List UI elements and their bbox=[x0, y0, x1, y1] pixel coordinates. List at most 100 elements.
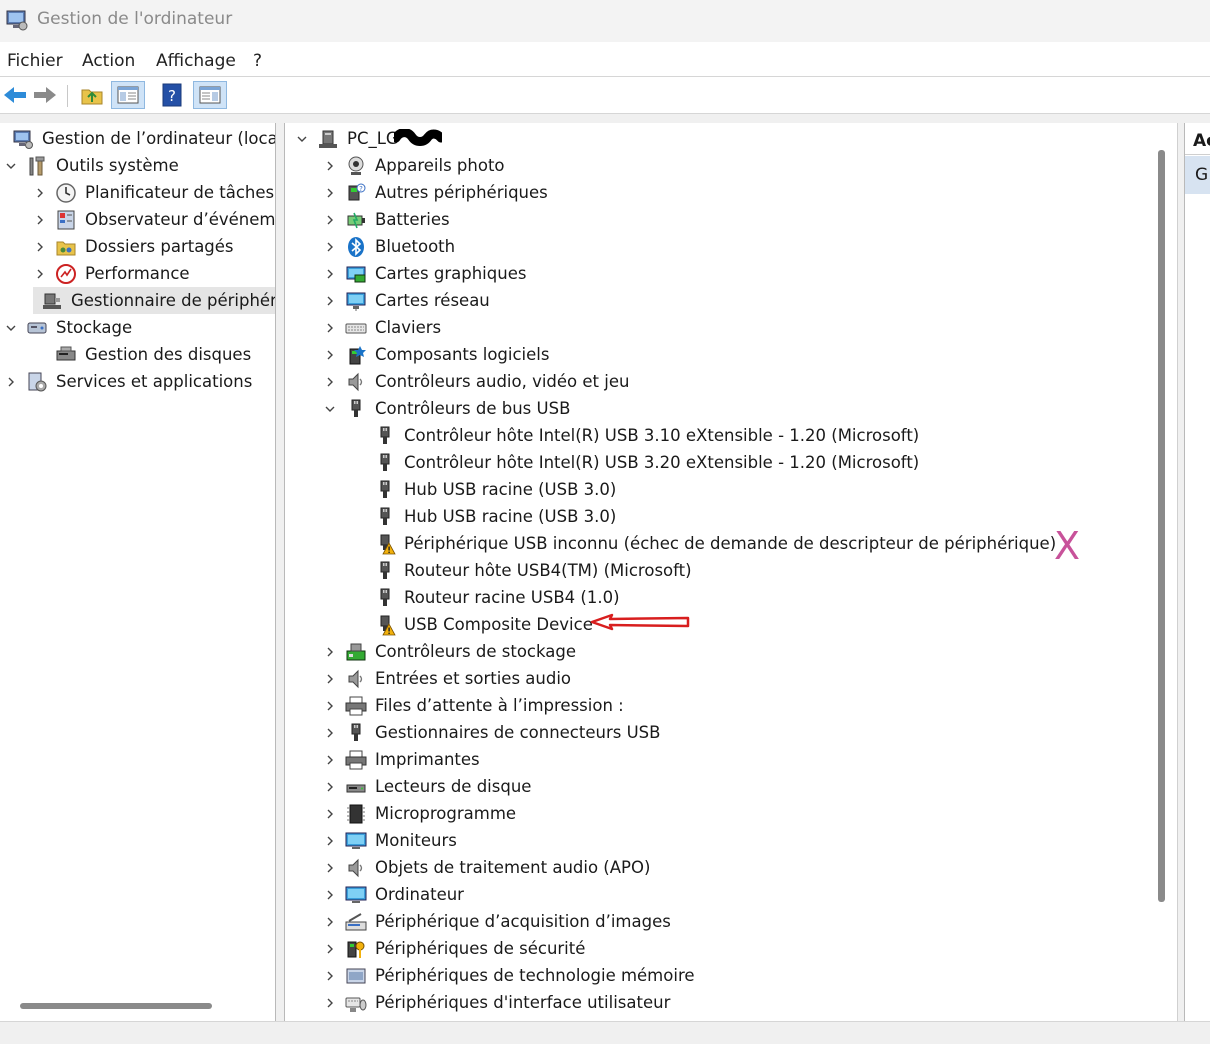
menu-action[interactable]: Action bbox=[82, 51, 135, 71]
device-tree-item-controleurs-audio-video-et-jeu[interactable]: Contrôleurs audio, vidéo et jeu bbox=[323, 368, 629, 395]
chevron-right-icon[interactable] bbox=[323, 321, 337, 335]
device-tree-item-moniteurs[interactable]: Moniteurs bbox=[323, 827, 457, 854]
device-tree-item-autres-peripheriques[interactable]: ? Autres périphériques bbox=[323, 179, 548, 206]
chevron-right-icon[interactable] bbox=[323, 375, 337, 389]
show-hide-console-tree-icon[interactable] bbox=[111, 81, 145, 109]
console-tree-item-gestion-de-l-ordinateur-local[interactable]: Gestion de l’ordinateur (local) bbox=[0, 125, 275, 152]
chevron-right-icon[interactable] bbox=[323, 294, 337, 308]
console-tree-item-gestionnaire-de-peripheriques[interactable]: Gestionnaire de périphériques bbox=[33, 287, 275, 314]
chevron-right-icon[interactable] bbox=[323, 942, 337, 956]
chevron-down-icon[interactable] bbox=[4, 159, 18, 173]
device-tree-item-composants-logiciels[interactable]: Composants logiciels bbox=[323, 341, 549, 368]
chevron-right-icon[interactable] bbox=[323, 915, 337, 929]
chevron-right-icon[interactable] bbox=[323, 753, 337, 767]
tree-item-label: Cartes graphiques bbox=[375, 264, 527, 283]
device-tree-item-imprimantes[interactable]: Imprimantes bbox=[323, 746, 480, 773]
chevron-right-icon[interactable] bbox=[33, 186, 47, 200]
chevron-right-icon[interactable] bbox=[323, 267, 337, 281]
left-horizontal-scrollbar[interactable] bbox=[20, 1003, 212, 1009]
tree-item-label: Lecteurs de disque bbox=[375, 777, 532, 796]
device-tree-item-cartes-graphiques[interactable]: Cartes graphiques bbox=[323, 260, 526, 287]
forward-arrow-icon[interactable] bbox=[30, 81, 60, 109]
device-tree-item-microprogramme[interactable]: Microprogramme bbox=[323, 800, 516, 827]
device-tree-item-hub-usb-racine-usb-3-0[interactable]: Hub USB racine (USB 3.0) bbox=[352, 476, 616, 503]
device-tree-item-bluetooth[interactable]: Bluetooth bbox=[323, 233, 455, 260]
chevron-right-icon[interactable] bbox=[323, 996, 337, 1010]
title-bar: Gestion de l'ordinateur bbox=[0, 0, 1210, 42]
chevron-down-icon[interactable] bbox=[295, 132, 309, 146]
device-tree-item-peripheriques-d-interface-utilisateur[interactable]: Périphériques d'interface utilisateur bbox=[323, 989, 670, 1016]
menu-help[interactable]: ? bbox=[253, 51, 262, 71]
device-tree-item-cartes-reseau[interactable]: Cartes réseau bbox=[323, 287, 490, 314]
device-tree-vertical-scrollbar[interactable] bbox=[1158, 150, 1165, 902]
chevron-right-icon[interactable] bbox=[323, 861, 337, 875]
device-tree-item-controleurs-de-bus-usb[interactable]: Contrôleurs de bus USB bbox=[323, 395, 570, 422]
scanner-icon bbox=[345, 911, 367, 933]
tree-item-label: Contrôleurs de bus USB bbox=[375, 399, 571, 418]
device-tree-item-claviers[interactable]: Claviers bbox=[323, 314, 441, 341]
chevron-right-icon[interactable] bbox=[323, 213, 337, 227]
chevron-right-icon[interactable] bbox=[323, 645, 337, 659]
back-arrow-icon[interactable] bbox=[0, 81, 30, 109]
chevron-right-icon[interactable] bbox=[323, 348, 337, 362]
chevron-placeholder bbox=[352, 591, 366, 605]
console-tree-item-dossiers-partages[interactable]: Dossiers partagés bbox=[33, 233, 234, 260]
chevron-right-icon[interactable] bbox=[33, 213, 47, 227]
chevron-right-icon[interactable] bbox=[323, 672, 337, 686]
chevron-down-icon[interactable] bbox=[4, 321, 18, 335]
device-tree-root-pc-lg[interactable]: PC_LG bbox=[295, 125, 399, 152]
device-tree-item-routeur-hote-usb4-tm-microsoft[interactable]: Routeur hôte USB4(TM) (Microsoft) bbox=[352, 557, 692, 584]
chevron-right-icon[interactable] bbox=[33, 240, 47, 254]
device-tree-item-objets-de-traitement-audio-apo[interactable]: Objets de traitement audio (APO) bbox=[323, 854, 650, 881]
chevron-right-icon[interactable] bbox=[33, 267, 47, 281]
console-tree-item-outils-systeme[interactable]: Outils système bbox=[4, 152, 179, 179]
show-hide-action-pane-icon[interactable] bbox=[193, 81, 227, 109]
console-tree-item-services-et-applications[interactable]: Services et applications bbox=[4, 368, 252, 395]
device-tree-item-controleur-hote-intel-r-usb-3-10-extensible-1-20-microsoft[interactable]: Contrôleur hôte Intel(R) USB 3.10 eXtens… bbox=[352, 422, 919, 449]
device-tree-item-peripheriques-de-securite[interactable]: Périphériques de sécurité bbox=[323, 935, 585, 962]
device-tree-item-lecteurs-de-disque[interactable]: Lecteurs de disque bbox=[323, 773, 531, 800]
console-tree-item-stockage[interactable]: Stockage bbox=[4, 314, 132, 341]
device-tree-item-ordinateur[interactable]: Ordinateur bbox=[323, 881, 464, 908]
chevron-right-icon[interactable] bbox=[323, 726, 337, 740]
chevron-right-icon[interactable] bbox=[323, 807, 337, 821]
up-folder-icon[interactable] bbox=[77, 81, 107, 109]
device-tree-item-peripherique-usb-inconnu-echec-de-demande-de-descripteur-de-peripherique[interactable]: Périphérique USB inconnu (échec de deman… bbox=[352, 530, 1056, 557]
console-tree-item-planificateur-de-taches[interactable]: Planificateur de tâches bbox=[33, 179, 274, 206]
chevron-right-icon[interactable] bbox=[4, 375, 18, 389]
chevron-right-icon[interactable] bbox=[323, 969, 337, 983]
device-tree-item-peripheriques-de-technologie-memoire[interactable]: Périphériques de technologie mémoire bbox=[323, 962, 695, 989]
chevron-right-icon[interactable] bbox=[323, 186, 337, 200]
console-tree-item-gestion-des-disques[interactable]: Gestion des disques bbox=[33, 341, 251, 368]
tree-item-label: Hub USB racine (USB 3.0) bbox=[404, 507, 617, 526]
console-tree-item-observateur-d-evenements[interactable]: Observateur d’événements bbox=[33, 206, 275, 233]
device-tree-item-appareils-photo[interactable]: Appareils photo bbox=[323, 152, 505, 179]
menu-affichage[interactable]: Affichage bbox=[156, 51, 236, 71]
device-tree-item-gestionnaires-de-connecteurs-usb[interactable]: Gestionnaires de connecteurs USB bbox=[323, 719, 660, 746]
tree-item-label: Routeur racine USB4 (1.0) bbox=[404, 588, 620, 607]
chevron-down-icon[interactable] bbox=[323, 402, 337, 416]
chevron-right-icon[interactable] bbox=[323, 699, 337, 713]
device-tree-item-peripherique-d-acquisition-d-images[interactable]: Périphérique d’acquisition d’images bbox=[323, 908, 671, 935]
device-tree-item-files-d-attente-a-l-impression[interactable]: Files d’attente à l’impression : bbox=[323, 692, 624, 719]
device-tree-item-usb-composite-device[interactable]: USB Composite Device bbox=[352, 611, 593, 638]
console-tree-pane: Gestion de l’ordinateur (local) Outils sy… bbox=[0, 123, 276, 1021]
chevron-right-icon[interactable] bbox=[323, 780, 337, 794]
device-tree-item-routeur-racine-usb4-1-0[interactable]: Routeur racine USB4 (1.0) bbox=[352, 584, 620, 611]
chevron-right-icon[interactable] bbox=[323, 888, 337, 902]
security-key-icon bbox=[345, 938, 367, 960]
device-tree-item-batteries[interactable]: Batteries bbox=[323, 206, 450, 233]
actions-item[interactable]: G bbox=[1185, 156, 1210, 194]
tree-item-label: Périphériques d'interface utilisateur bbox=[375, 993, 671, 1012]
device-tree-item-controleur-hote-intel-r-usb-3-20-extensible-1-20-microsoft[interactable]: Contrôleur hôte Intel(R) USB 3.20 eXtens… bbox=[352, 449, 919, 476]
menu-fichier[interactable]: Fichier bbox=[7, 51, 63, 71]
device-tree-item-controleurs-de-stockage[interactable]: Contrôleurs de stockage bbox=[323, 638, 576, 665]
device-tree-item-hub-usb-racine-usb-3-0[interactable]: Hub USB racine (USB 3.0) bbox=[352, 503, 616, 530]
tree-item-label: Services et applications bbox=[56, 372, 253, 391]
help-icon[interactable]: ? bbox=[157, 81, 187, 109]
chevron-right-icon[interactable] bbox=[323, 159, 337, 173]
device-tree-item-entrees-et-sorties-audio[interactable]: Entrées et sorties audio bbox=[323, 665, 571, 692]
console-tree-item-performance[interactable]: Performance bbox=[33, 260, 190, 287]
chevron-right-icon[interactable] bbox=[323, 834, 337, 848]
chevron-right-icon[interactable] bbox=[323, 240, 337, 254]
